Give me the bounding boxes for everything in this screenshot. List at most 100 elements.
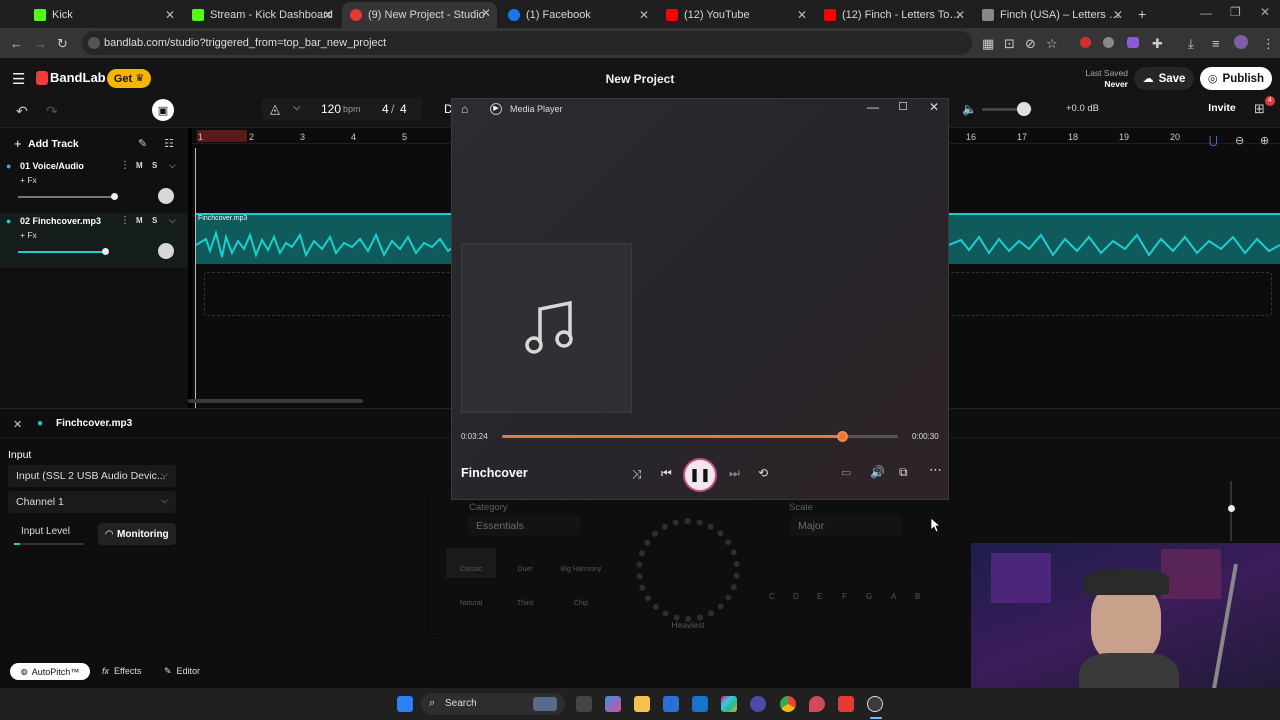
pan-knob[interactable] <box>158 188 174 204</box>
home-icon[interactable]: ⌂ <box>461 102 468 116</box>
track-kebab-icon[interactable]: ⋮ <box>120 160 130 171</box>
shuffle-icon[interactable]: ⤨ <box>632 467 642 482</box>
note-key[interactable]: B <box>915 592 920 601</box>
minimize-icon[interactable]: — <box>867 100 879 114</box>
task-view-icon[interactable] <box>576 696 592 712</box>
menu-kebab-icon[interactable]: ⋮ <box>1262 36 1275 52</box>
forward-icon[interactable]: → <box>34 36 47 51</box>
tab-kick[interactable]: Kick ✕ <box>26 4 181 26</box>
captions-icon[interactable]: ▭ <box>841 466 851 479</box>
mixer-view-icon[interactable]: ▣ <box>152 99 174 121</box>
mute-button[interactable]: M <box>136 216 143 225</box>
maximize-icon[interactable]: ❐ <box>1230 5 1241 19</box>
preset-duet[interactable]: Duet <box>500 548 550 578</box>
maximize-icon[interactable]: ☐ <box>898 100 908 113</box>
close-icon[interactable]: ✕ <box>955 8 965 22</box>
store-icon[interactable] <box>663 696 679 712</box>
profile-avatar[interactable] <box>1234 35 1248 49</box>
window-close-icon[interactable]: ✕ <box>1260 5 1270 19</box>
preset-big-harmony[interactable]: Big Harmony <box>554 548 608 578</box>
zoom-out-icon[interactable]: ⊖ <box>1235 134 1244 147</box>
track-row[interactable]: ● 01 Voice/Audio + Fx ⋮ M S ⌵ <box>0 158 188 213</box>
add-fx-button[interactable]: + Fx <box>20 230 37 240</box>
note-key[interactable]: F <box>842 592 847 601</box>
channel-select[interactable]: Channel 1 ⌵ <box>8 491 176 513</box>
scale-select[interactable]: Major <box>790 516 902 536</box>
volume-slider-thumb[interactable] <box>102 248 109 255</box>
horizontal-scrollbar[interactable] <box>188 399 363 403</box>
volume-slider-thumb[interactable] <box>111 193 118 200</box>
mute-button[interactable]: M <box>136 161 143 170</box>
download-icon[interactable]: ⤓ <box>1188 36 1194 52</box>
volume-slider-thumb[interactable] <box>1017 102 1031 116</box>
redo-icon[interactable]: ↷ <box>46 103 58 120</box>
extensions-puzzle-icon[interactable]: ✚ <box>1152 36 1163 52</box>
preset-third[interactable]: Third <box>500 582 550 612</box>
close-icon[interactable]: ✕ <box>165 8 175 22</box>
install-icon[interactable]: ⊡ <box>1004 36 1015 52</box>
mute-speaker-icon[interactable]: 🔈 <box>962 102 977 116</box>
tab-youtube-finch[interactable]: (12) Finch - Letters To You - Yo ✕ <box>816 4 971 26</box>
undo-icon[interactable]: ↶ <box>16 103 28 120</box>
note-key[interactable]: E <box>817 592 822 601</box>
volume-icon[interactable]: 🔊 <box>870 465 885 479</box>
seek-bar-thumb[interactable] <box>836 431 848 442</box>
add-track-button[interactable]: Add Track <box>28 138 79 150</box>
loop-region[interactable] <box>197 130 247 142</box>
track-volume-slider[interactable] <box>18 251 106 253</box>
close-icon[interactable]: ✕ <box>323 8 333 22</box>
more-options-icon[interactable]: ⋯ <box>929 462 942 478</box>
note-key[interactable]: G <box>866 592 872 601</box>
input-device-select[interactable]: Input (SSL 2 USB Audio Devic... ⌵ <box>8 465 176 487</box>
track-kebab-icon[interactable]: ⋮ <box>120 215 130 226</box>
mini-player-icon[interactable]: ⧉ <box>899 465 908 480</box>
note-key[interactable]: A <box>891 592 896 601</box>
pencil-icon[interactable]: ✎ <box>138 137 147 150</box>
solo-button[interactable]: S <box>152 216 157 225</box>
preset-natural[interactable]: Natural <box>446 582 496 612</box>
track-volume-slider[interactable] <box>18 196 115 198</box>
snap-magnet-icon[interactable]: ⋃ <box>1209 134 1218 147</box>
invite-button[interactable]: Invite <box>1204 98 1240 118</box>
next-icon[interactable]: ⏭ <box>729 466 740 481</box>
tab-lyrics[interactable]: Finch (USA) – Letters to You Ly ✕ <box>974 4 1129 26</box>
slack-icon[interactable] <box>721 696 737 712</box>
pause-button[interactable]: ❚❚ <box>683 458 717 492</box>
chrome-icon[interactable] <box>780 696 796 712</box>
new-tab-icon[interactable]: + <box>1138 6 1146 22</box>
time-signature-top[interactable]: 4 <box>382 102 389 116</box>
media-icon[interactable]: ≡ <box>1212 36 1220 51</box>
vertical-slider-thumb[interactable] <box>1228 505 1235 512</box>
add-fx-button[interactable]: + Fx <box>20 175 37 185</box>
seek-bar[interactable] <box>502 431 898 442</box>
save-button[interactable]: ☁ Save <box>1134 67 1194 90</box>
time-signature-bottom[interactable]: 4 <box>400 102 407 116</box>
eye-off-icon[interactable]: ⊘ <box>1025 36 1036 52</box>
back-icon[interactable]: ← <box>10 36 23 51</box>
sidebar-icon[interactable]: ▦ <box>982 36 994 52</box>
editor-tab[interactable]: ✎ Editor <box>164 666 200 677</box>
close-icon[interactable]: ✕ <box>797 8 807 22</box>
mail-icon[interactable] <box>692 696 708 712</box>
audio-clip[interactable]: Finchcover.mp3 <box>196 213 456 264</box>
note-key[interactable]: C <box>769 592 775 601</box>
site-info-icon[interactable] <box>88 37 100 49</box>
window-close-icon[interactable]: ✕ <box>929 100 939 114</box>
media-player-icon[interactable] <box>867 696 883 712</box>
gift-icon[interactable]: ⊞ <box>1254 101 1265 117</box>
pan-knob[interactable] <box>158 243 174 259</box>
close-icon[interactable]: ✕ <box>481 6 491 20</box>
bandlab-icon[interactable] <box>838 696 854 712</box>
note-key[interactable]: D <box>793 592 799 601</box>
publish-button[interactable]: ◎ Publish <box>1200 67 1272 90</box>
extension-icon[interactable] <box>1103 37 1114 48</box>
autopitch-tab[interactable]: ◍ AutoPitch™ <box>10 663 90 680</box>
maps-pin-icon[interactable] <box>809 696 825 712</box>
chevron-down-icon[interactable]: ⌵ <box>169 160 176 171</box>
extension-icon[interactable] <box>1080 37 1091 48</box>
copilot-icon[interactable] <box>605 696 621 712</box>
effects-tab[interactable]: fx Effects <box>102 666 141 676</box>
add-icon[interactable]: + <box>14 136 22 151</box>
extension-icon[interactable] <box>1127 37 1139 48</box>
file-explorer-icon[interactable] <box>634 696 650 712</box>
